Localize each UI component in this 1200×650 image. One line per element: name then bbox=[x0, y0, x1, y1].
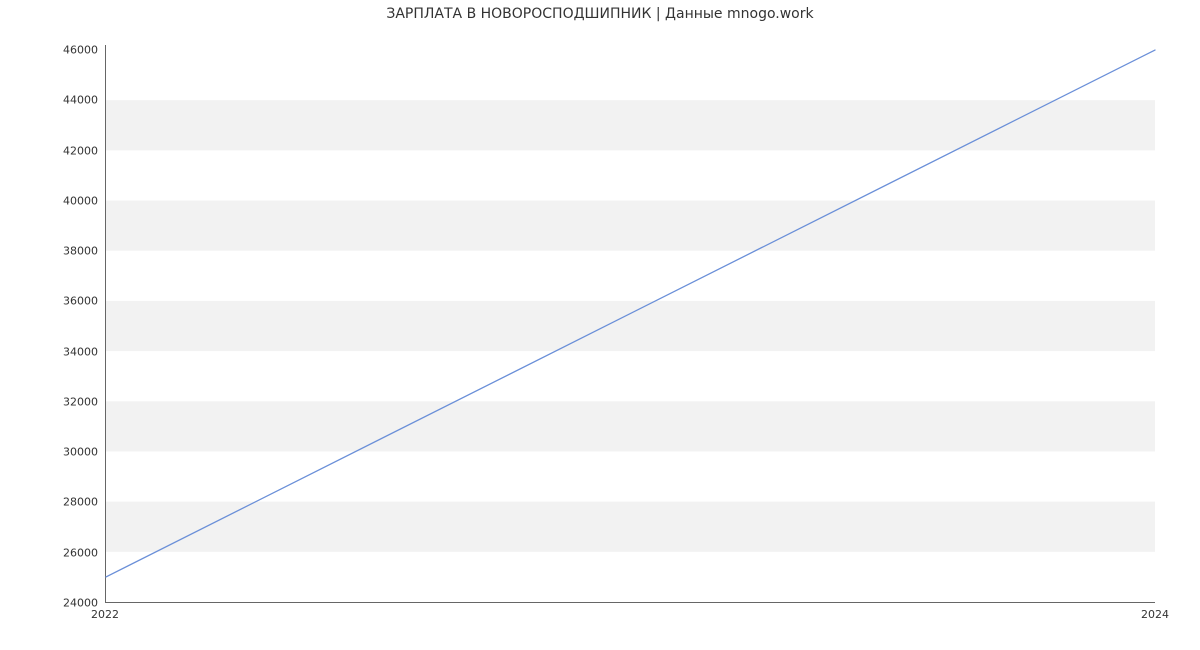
y-tick-label: 24000 bbox=[8, 597, 98, 610]
grid-band bbox=[106, 201, 1155, 251]
y-tick-label: 44000 bbox=[8, 94, 98, 107]
chart-svg bbox=[106, 45, 1155, 602]
y-tick-label: 40000 bbox=[8, 194, 98, 207]
line-chart: ЗАРПЛАТА В НОВОРОСПОДШИПНИК | Данные mno… bbox=[0, 0, 1200, 650]
y-tick-label: 26000 bbox=[8, 546, 98, 559]
grid-band bbox=[106, 502, 1155, 552]
grid-band bbox=[106, 401, 1155, 451]
y-tick-label: 28000 bbox=[8, 496, 98, 509]
plot-area bbox=[105, 45, 1155, 603]
grid-band bbox=[106, 100, 1155, 150]
y-tick-label: 42000 bbox=[8, 144, 98, 157]
y-tick-label: 34000 bbox=[8, 345, 98, 358]
grid-band bbox=[106, 301, 1155, 351]
y-tick-label: 36000 bbox=[8, 295, 98, 308]
x-tick-label: 2022 bbox=[91, 608, 119, 621]
y-tick-label: 30000 bbox=[8, 446, 98, 459]
y-tick-label: 46000 bbox=[8, 44, 98, 57]
y-tick-label: 38000 bbox=[8, 245, 98, 258]
y-tick-label: 32000 bbox=[8, 395, 98, 408]
x-tick-label: 2024 bbox=[1141, 608, 1169, 621]
chart-title: ЗАРПЛАТА В НОВОРОСПОДШИПНИК | Данные mno… bbox=[0, 6, 1200, 22]
